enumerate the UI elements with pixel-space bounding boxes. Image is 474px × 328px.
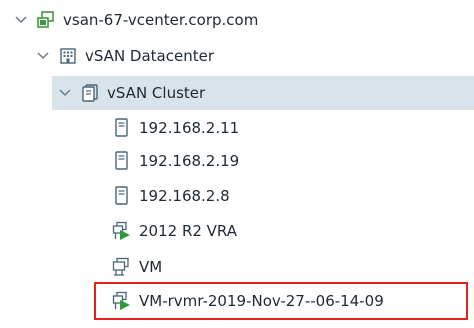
tree-node-label: vSAN Cluster: [107, 84, 206, 102]
tree-node-host[interactable]: 192.168.2.8: [112, 180, 230, 212]
cluster-icon: [80, 83, 100, 103]
tree-node-vm[interactable]: VM: [112, 251, 162, 283]
host-icon: [112, 118, 132, 138]
inventory-tree: vsan-67-vcenter.corp.com vSAN Datacenter: [0, 0, 474, 328]
vcenter-icon: [36, 10, 56, 30]
tree-node-vcenter[interactable]: vsan-67-vcenter.corp.com: [14, 4, 258, 36]
host-icon: [112, 151, 132, 171]
tree-node-label: 2012 R2 VRA: [139, 222, 238, 240]
datacenter-icon: [58, 46, 78, 66]
highlight-box: [94, 282, 468, 320]
chevron-down-icon[interactable]: [14, 13, 28, 27]
tree-node-host[interactable]: 192.168.2.11: [112, 112, 239, 144]
tree-node-host[interactable]: 192.168.2.19: [112, 145, 239, 177]
tree-node-vm[interactable]: 2012 R2 VRA: [112, 215, 237, 247]
tree-node-label: vSAN Datacenter: [85, 47, 215, 65]
chevron-down-icon[interactable]: [58, 86, 72, 100]
tree-node-label: 192.168.2.19: [139, 152, 240, 170]
tree-node-label: 192.168.2.11: [139, 119, 240, 137]
tree-node-label: 192.168.2.8: [139, 187, 230, 205]
tree-node-datacenter[interactable]: vSAN Datacenter: [36, 40, 214, 72]
host-icon: [112, 186, 132, 206]
vm-icon: [112, 257, 132, 277]
chevron-down-icon[interactable]: [36, 49, 50, 63]
tree-node-label: VM: [139, 258, 163, 276]
vm-powered-on-icon: [112, 221, 132, 241]
tree-node-label: vsan-67-vcenter.corp.com: [63, 11, 259, 29]
tree-node-cluster[interactable]: vSAN Cluster: [52, 76, 474, 110]
